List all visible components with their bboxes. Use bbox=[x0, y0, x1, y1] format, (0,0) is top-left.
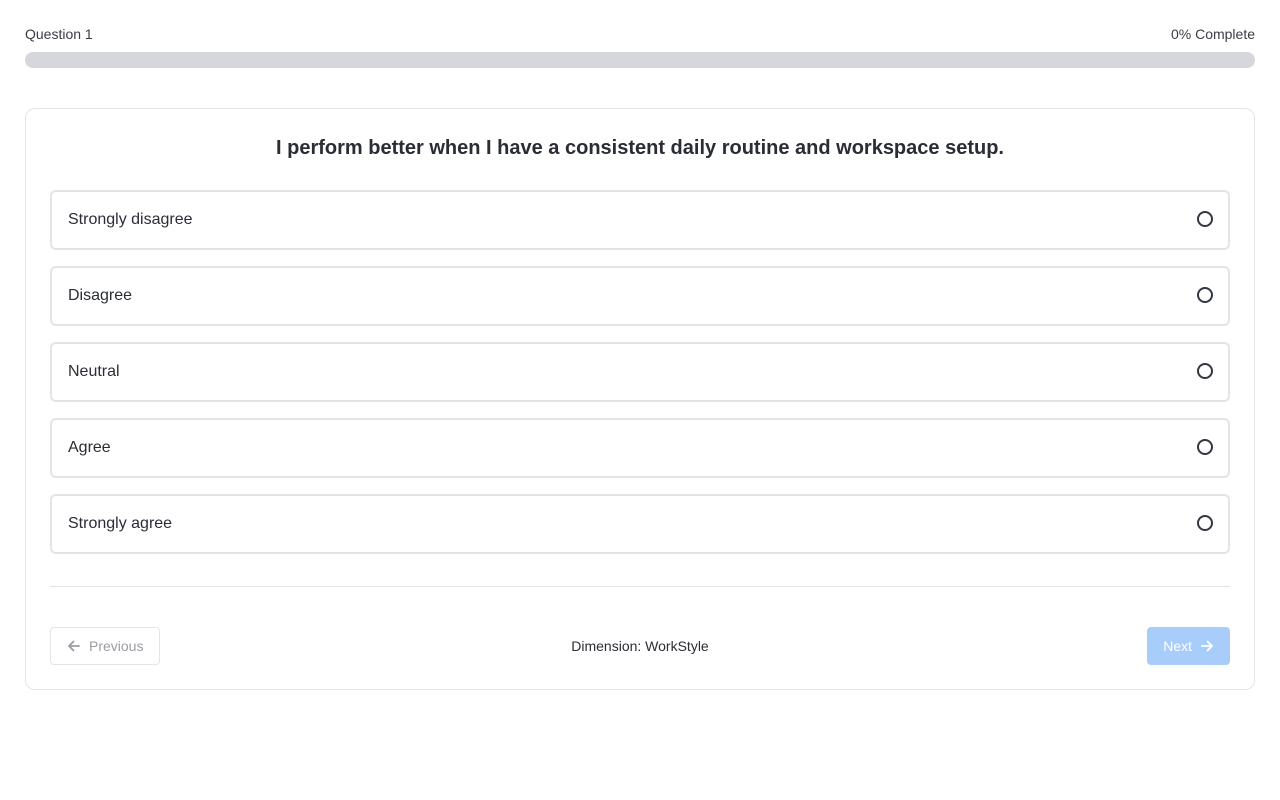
radio-icon[interactable] bbox=[1197, 439, 1213, 455]
option-label: Agree bbox=[68, 439, 111, 456]
option-strongly-disagree[interactable]: Strongly disagree bbox=[50, 190, 1230, 250]
dimension-label: Dimension: WorkStyle bbox=[50, 638, 1230, 654]
option-label: Neutral bbox=[68, 363, 120, 380]
dimension-text: Dimension: WorkStyle bbox=[571, 638, 709, 654]
progress-bar bbox=[25, 52, 1255, 68]
option-strongly-agree[interactable]: Strongly agree bbox=[50, 494, 1230, 554]
arrow-right-icon bbox=[1200, 639, 1214, 653]
question-card: I perform better when I have a consisten… bbox=[25, 108, 1255, 690]
option-label: Strongly agree bbox=[68, 515, 173, 532]
option-disagree[interactable]: Disagree bbox=[50, 266, 1230, 326]
option-neutral[interactable]: Neutral bbox=[50, 342, 1230, 402]
radio-icon[interactable] bbox=[1197, 211, 1213, 227]
answer-options: Strongly disagree Disagree Neutral Agree… bbox=[50, 190, 1230, 570]
next-button[interactable]: Next bbox=[1147, 627, 1230, 665]
progress-header: Question 1 0% Complete bbox=[25, 26, 1255, 44]
navigation-footer: Previous Dimension: WorkStyle Next bbox=[50, 627, 1230, 665]
question-counter: Question 1 bbox=[25, 26, 93, 42]
question-text: I perform better when I have a consisten… bbox=[276, 137, 1004, 159]
divider bbox=[50, 586, 1230, 587]
radio-icon[interactable] bbox=[1197, 287, 1213, 303]
radio-icon[interactable] bbox=[1197, 515, 1213, 531]
option-label: Disagree bbox=[68, 287, 133, 304]
next-label: Next bbox=[1163, 638, 1192, 654]
radio-icon[interactable] bbox=[1197, 363, 1213, 379]
option-agree[interactable]: Agree bbox=[50, 418, 1230, 478]
percent-complete: 0% Complete bbox=[1170, 26, 1255, 42]
option-label: Strongly disagree bbox=[68, 211, 193, 228]
